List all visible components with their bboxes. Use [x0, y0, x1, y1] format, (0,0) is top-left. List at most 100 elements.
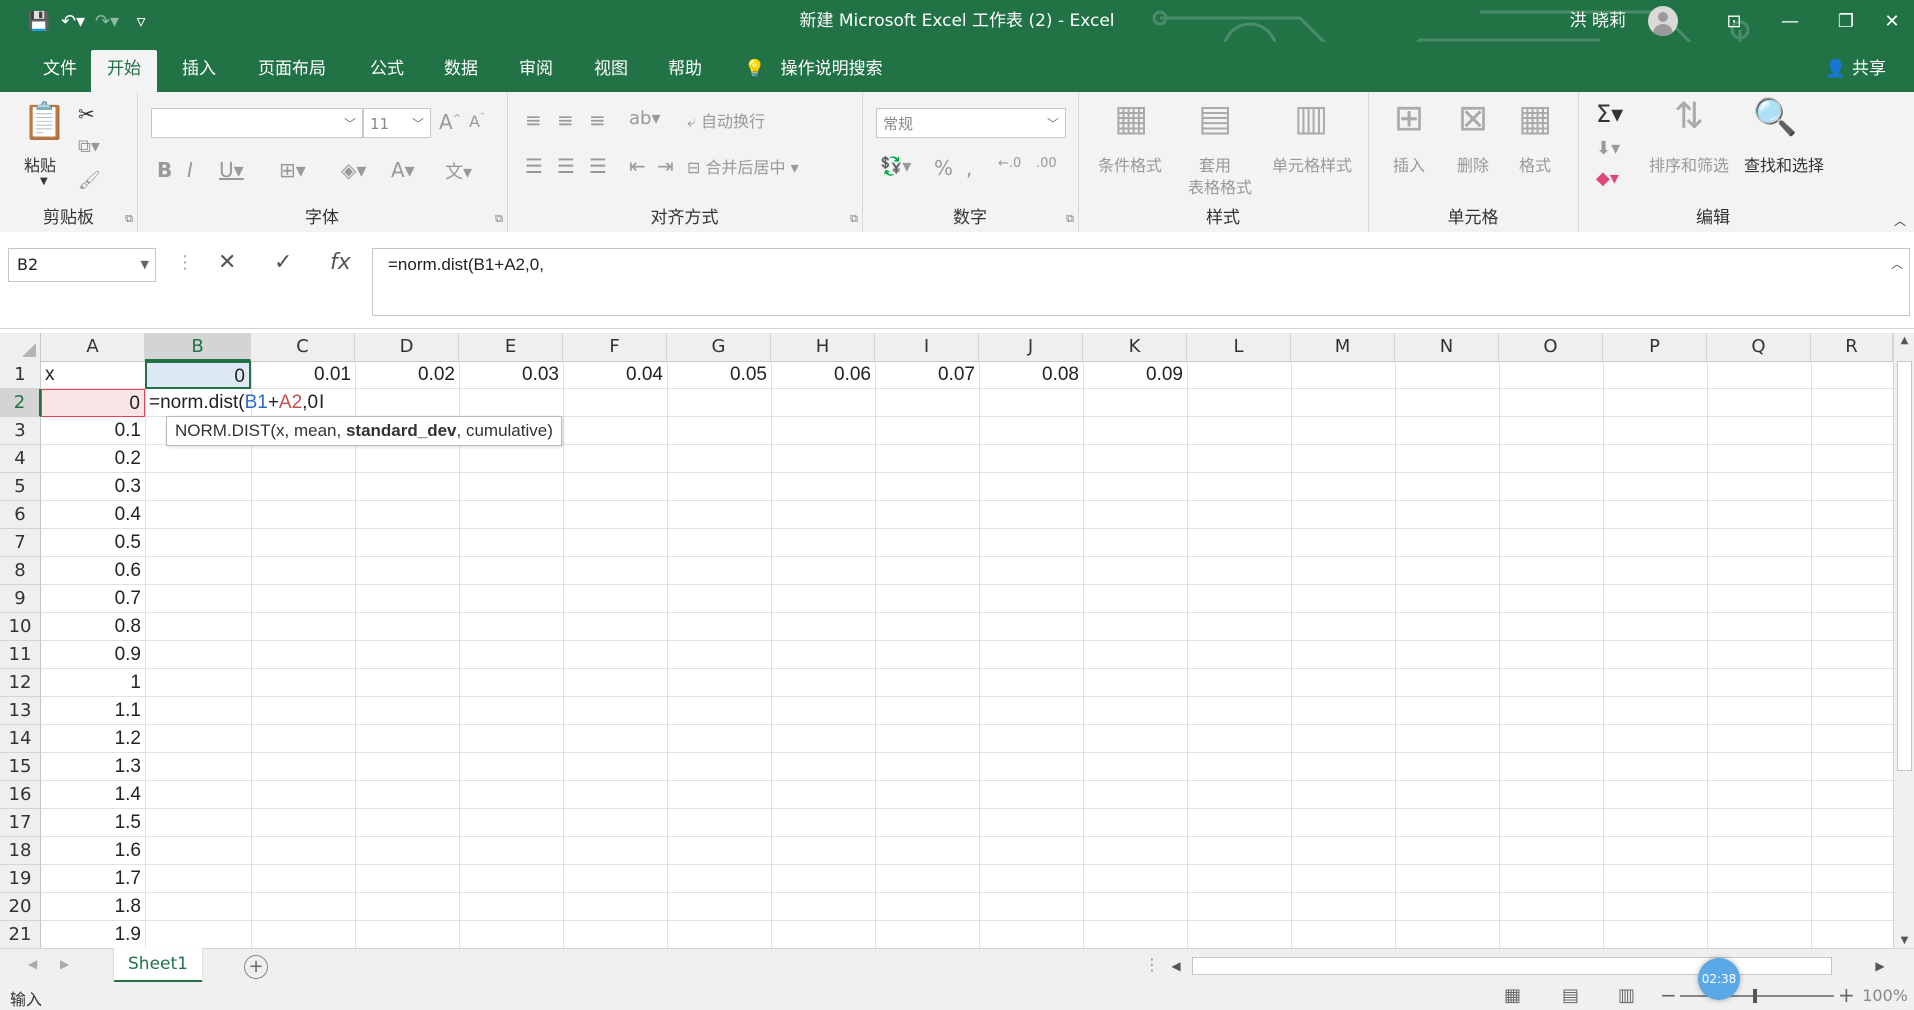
zoom-out-icon[interactable]: − [1660, 983, 1677, 1007]
cell-a6[interactable]: 0.4 [41, 501, 145, 529]
cell-a14[interactable]: 1.2 [41, 725, 145, 753]
paste-dropdown-icon[interactable]: ▼ [40, 176, 48, 187]
row-header-11[interactable]: 11 [0, 641, 41, 669]
fill-color-icon[interactable]: ◈▾ [341, 158, 366, 182]
tab-insert[interactable]: 插入 [166, 50, 232, 92]
column-header-q[interactable]: Q [1707, 333, 1811, 361]
zoom-level[interactable]: 100% [1862, 986, 1908, 1005]
row-header-9[interactable]: 9 [0, 585, 41, 613]
copy-icon[interactable]: ⧉▾ [78, 136, 100, 157]
column-header-a[interactable]: A [41, 333, 145, 361]
sheet-tab-sheet1[interactable]: Sheet1 [114, 948, 202, 983]
function-tooltip[interactable]: NORM.DIST(x, mean, standard_dev, cumulat… [166, 416, 562, 446]
tab-data[interactable]: 数据 [428, 50, 494, 92]
decrease-decimal-icon[interactable]: .00 [1036, 156, 1057, 171]
cell-a7[interactable]: 0.5 [41, 529, 145, 557]
ribbon-display-options-icon[interactable]: ⊡ [1704, 0, 1764, 42]
page-layout-view-icon[interactable]: ▤ [1562, 985, 1579, 1006]
font-color-icon[interactable]: A▾ [391, 158, 415, 182]
autosum-icon[interactable]: Σ▾ [1596, 100, 1623, 128]
sort-filter-button[interactable]: 排序和筛选 [1644, 152, 1734, 176]
select-all-button[interactable] [0, 333, 41, 361]
column-header-j[interactable]: J [979, 333, 1083, 361]
normal-view-icon[interactable]: ▦ [1504, 985, 1521, 1006]
avatar[interactable] [1648, 6, 1678, 36]
cell-f1[interactable]: 0.04 [563, 361, 667, 389]
scroll-left-icon[interactable]: ◀ [1166, 955, 1186, 977]
column-header-o[interactable]: O [1499, 333, 1603, 361]
increase-font-icon[interactable]: A^ [439, 110, 461, 134]
column-header-l[interactable]: L [1187, 333, 1291, 361]
tab-file[interactable]: 文件 [27, 50, 93, 92]
tab-view[interactable]: 视图 [578, 50, 644, 92]
decrease-indent-icon[interactable]: ⇤ [629, 154, 646, 178]
close-icon[interactable]: ✕ [1862, 0, 1914, 42]
cell-a4[interactable]: 0.2 [41, 445, 145, 473]
cell-a2[interactable]: 0 [41, 389, 145, 417]
alignment-launcher-icon[interactable]: ⧉ [850, 212, 858, 226]
cell-a10[interactable]: 0.8 [41, 613, 145, 641]
enter-check-icon[interactable]: ✓ [274, 250, 292, 275]
column-header-k[interactable]: K [1083, 333, 1187, 361]
scroll-down-icon[interactable]: ▼ [1894, 935, 1914, 946]
format-cells-button[interactable]: 格式 [1510, 152, 1560, 176]
cell-a9[interactable]: 0.7 [41, 585, 145, 613]
column-header-c[interactable]: C [251, 333, 355, 361]
underline-icon[interactable]: U▾ [219, 158, 244, 182]
paste-button[interactable]: 粘贴 [24, 152, 56, 176]
name-box[interactable]: B2 ▼ [8, 248, 156, 282]
number-launcher-icon[interactable]: ⧉ [1066, 212, 1074, 226]
cell-a1[interactable]: x [41, 361, 145, 389]
cell-b2-editor[interactable]: =norm.dist(B1+A2,0Ι [147, 389, 367, 417]
splitter-icon[interactable]: ⋮ [1144, 955, 1160, 974]
vertical-scroll-thumb[interactable] [1897, 361, 1912, 771]
undo-icon[interactable]: ↶▾ [56, 0, 90, 42]
next-sheet-icon[interactable]: ▶ [60, 957, 69, 971]
cell-d1[interactable]: 0.02 [355, 361, 459, 389]
row-header-17[interactable]: 17 [0, 809, 41, 837]
row-header-2[interactable]: 2 [0, 389, 41, 417]
cell-a20[interactable]: 1.8 [41, 893, 145, 921]
row-header-13[interactable]: 13 [0, 697, 41, 725]
clear-icon[interactable]: ◆▾ [1596, 168, 1619, 189]
cancel-icon[interactable]: ✕ [218, 250, 236, 275]
cell-a18[interactable]: 1.6 [41, 837, 145, 865]
cell-b1[interactable]: 0 [145, 361, 251, 389]
font-size-combo[interactable]: 11 ﹀ [363, 108, 431, 138]
fill-icon[interactable]: ⬇▾ [1596, 138, 1620, 159]
row-header-14[interactable]: 14 [0, 725, 41, 753]
cell-a15[interactable]: 1.3 [41, 753, 145, 781]
zoom-slider-thumb[interactable] [1753, 989, 1757, 1003]
row-header-16[interactable]: 16 [0, 781, 41, 809]
orientation-icon[interactable]: ab▾ [629, 108, 661, 129]
font-name-combo[interactable]: ﹀ [151, 108, 363, 138]
cell-a8[interactable]: 0.6 [41, 557, 145, 585]
user-name[interactable]: 洪 晓莉 [1570, 0, 1626, 42]
cell-h1[interactable]: 0.06 [771, 361, 875, 389]
column-header-g[interactable]: G [667, 333, 771, 361]
wrap-text-button[interactable]: ⤶ 自动换行 [687, 108, 765, 132]
vertical-scrollbar[interactable]: ▲ ▼ [1893, 333, 1914, 948]
row-header-3[interactable]: 3 [0, 417, 41, 445]
format-as-table-label-1[interactable]: 套用 [1190, 152, 1240, 176]
tab-review[interactable]: 审阅 [503, 50, 569, 92]
conditional-format-button[interactable]: 条件格式 [1090, 152, 1170, 176]
row-header-19[interactable]: 19 [0, 865, 41, 893]
align-center-icon[interactable]: ☰ [557, 154, 575, 178]
cell-a3[interactable]: 0.1 [41, 417, 145, 445]
cell-a11[interactable]: 0.9 [41, 641, 145, 669]
align-right-icon[interactable]: ☰ [589, 154, 607, 178]
cell-a5[interactable]: 0.3 [41, 473, 145, 501]
row-header-18[interactable]: 18 [0, 837, 41, 865]
insert-cells-button[interactable]: 插入 [1384, 152, 1434, 176]
increase-decimal-icon[interactable]: ←.0 [998, 156, 1021, 171]
row-header-7[interactable]: 7 [0, 529, 41, 557]
italic-icon[interactable]: I [187, 158, 193, 182]
share-button[interactable]: 👤 共享 [1825, 50, 1886, 92]
phonetic-guide-icon[interactable]: 文▾ [445, 158, 472, 184]
align-bottom-icon[interactable]: ≡ [589, 108, 606, 132]
clipboard-launcher-icon[interactable]: ⧉ [125, 212, 133, 226]
insert-function-icon[interactable]: fx [330, 250, 351, 275]
accounting-format-icon[interactable]: 💱▾ [880, 156, 911, 177]
tab-page-layout[interactable]: 页面布局 [242, 50, 342, 92]
